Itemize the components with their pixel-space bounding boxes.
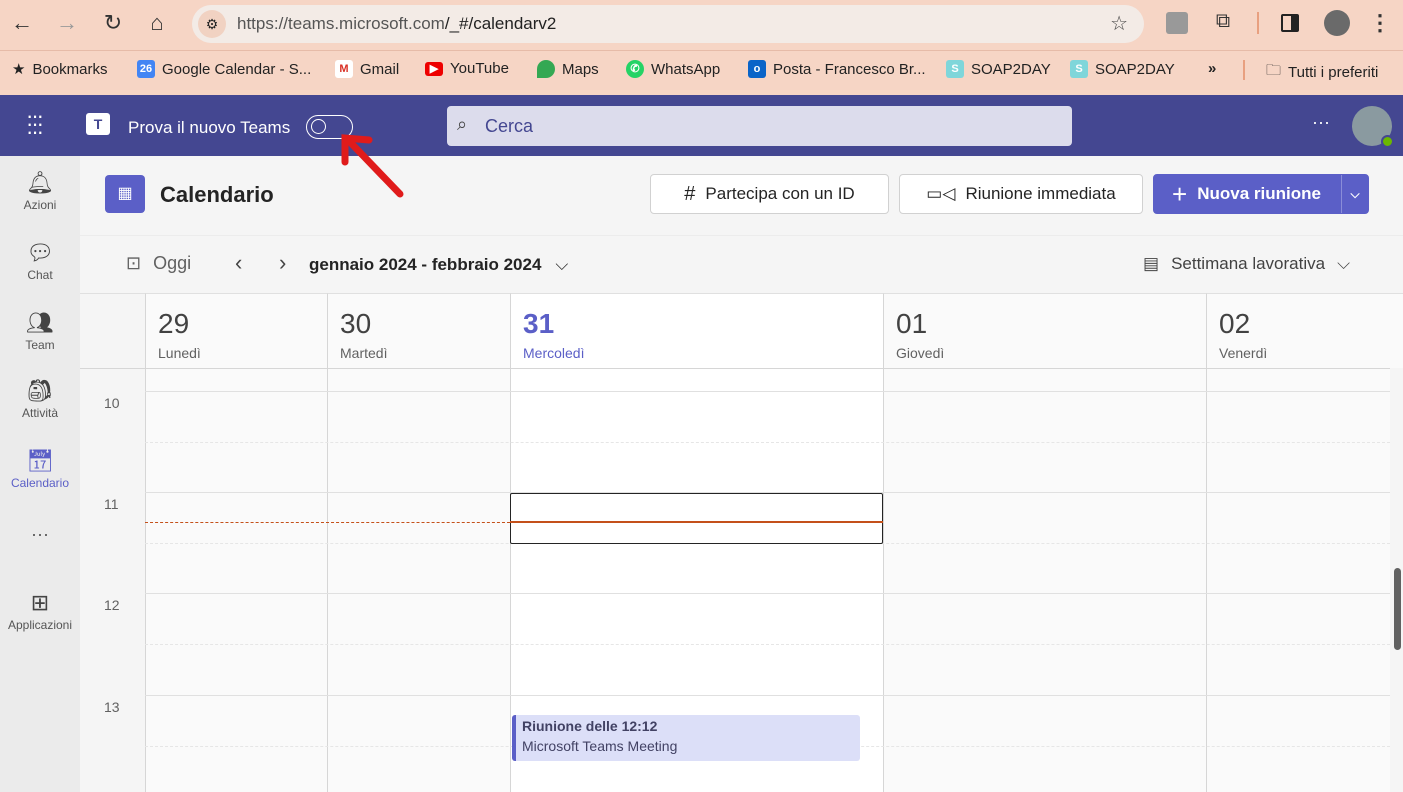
previous-week-button[interactable]: ‹	[235, 250, 242, 276]
apps-icon: ⊞	[30, 590, 50, 615]
rail-item-chat[interactable]: 💬︎ Chat	[0, 238, 80, 282]
chat-icon: 💬︎	[26, 240, 54, 265]
calendar-icon: 📅︎	[26, 448, 54, 473]
rail-item-azioni[interactable]: 🔔︎ Azioni	[0, 168, 80, 212]
team-icon: 👥︎	[26, 310, 54, 335]
bookmark-whatsapp[interactable]: ✆ WhatsApp	[626, 60, 720, 78]
whatsapp-icon: ✆	[626, 60, 644, 78]
bookmark-posta[interactable]: o Posta - Francesco Br...	[748, 60, 926, 78]
join-with-id-button[interactable]: # Partecipa con un ID	[650, 174, 889, 214]
profile-avatar[interactable]	[1324, 10, 1350, 36]
new-meeting-dropdown-chevron-icon[interactable]: ⌵	[1341, 175, 1368, 213]
app-launcher-icon[interactable]: ··· ··· ···	[26, 105, 44, 143]
extensions-icon[interactable]: ⧉	[1208, 10, 1238, 33]
outlook-extension-icon[interactable]	[1166, 12, 1188, 34]
calendar-today-icon: ⊡	[126, 253, 142, 273]
rail-item-calendario[interactable]: 📅︎ Calendario	[0, 446, 80, 490]
event-title: Riunione delle 12:12	[522, 718, 658, 734]
rail-more-button[interactable]: ···	[0, 524, 80, 545]
calendar-event[interactable]: Riunione delle 12:12 Microsoft Teams Mee…	[512, 715, 860, 761]
back-icon[interactable]: ←	[7, 10, 37, 36]
bookmark-soap2day-1[interactable]: S SOAP2DAY	[946, 60, 1051, 78]
forward-icon[interactable]: →	[52, 10, 82, 36]
hour-label: 13	[104, 699, 120, 715]
site-settings-icon[interactable]: ⚙	[198, 10, 226, 38]
bookmark-bookmarks[interactable]: ★ Bookmarks	[12, 60, 107, 79]
outlook-icon: o	[748, 60, 766, 78]
backpack-icon: 🎒︎	[26, 378, 54, 403]
search-icon: ⌕	[457, 114, 468, 134]
side-panel-icon[interactable]	[1281, 14, 1299, 32]
try-new-teams-label: Prova il nuovo Teams	[128, 118, 291, 137]
url-path: /_#/calendarv2	[444, 14, 557, 33]
view-selector[interactable]: ▤ Settimana lavorativa ⌵	[1143, 254, 1350, 274]
rail-item-team[interactable]: 👥︎ Team	[0, 308, 80, 352]
youtube-icon: ▶	[425, 61, 443, 76]
bookmark-soap2day-2[interactable]: S SOAP2DAY	[1070, 60, 1175, 78]
home-icon[interactable]: ⌂	[142, 10, 172, 36]
scrollbar-thumb[interactable]	[1394, 568, 1401, 650]
all-bookmarks-folder[interactable]: 🗀 Tutti i preferiti	[1266, 60, 1378, 85]
s-icon: S	[1070, 60, 1088, 78]
gmail-icon: M	[335, 60, 353, 78]
user-avatar[interactable]	[1352, 106, 1394, 148]
hour-label: 12	[104, 597, 120, 613]
current-time-line	[145, 522, 510, 523]
next-week-button[interactable]: ›	[279, 250, 286, 276]
status-available-icon	[1381, 135, 1394, 148]
calendar-app-icon: ▦	[105, 175, 145, 213]
star-icon: ★	[12, 61, 26, 78]
divider	[1257, 12, 1259, 34]
app-rail: 🔔︎ Azioni 💬︎ Chat 👥︎ Team 🎒︎ Attività 📅︎ Cale…	[0, 156, 80, 792]
teams-logo-icon: T	[86, 113, 110, 135]
maps-icon	[537, 60, 555, 78]
bell-icon: 🔔︎	[26, 170, 54, 195]
more-bookmarks-button[interactable]: »	[1208, 60, 1216, 77]
hour-label: 10	[104, 395, 120, 411]
address-bar[interactable]: ⚙ https://teams.microsoft.com/_#/calenda…	[192, 5, 1144, 43]
view-icon: ▤	[1143, 254, 1160, 273]
url-host: https://teams.microsoft.com	[237, 14, 445, 33]
bookmark-youtube[interactable]: ▶ YouTube	[425, 60, 509, 77]
meet-now-button[interactable]: ▭◁ Riunione immediata	[899, 174, 1143, 214]
folder-icon: 🗀	[1266, 62, 1282, 79]
browser-chrome: ← → ↻ ⌂ ⚙ https://teams.microsoft.com/_#…	[0, 0, 1403, 95]
date-range-picker[interactable]: gennaio 2024 - febbraio 2024 ⌵	[309, 255, 568, 275]
scrollbar[interactable]	[1390, 368, 1403, 792]
search-input[interactable]: ⌕ Cerca	[447, 106, 1072, 146]
chevron-down-icon: ⌵	[1337, 254, 1350, 273]
current-time-indicator	[510, 521, 883, 523]
menu-icon[interactable]: ⋮	[1365, 10, 1395, 36]
bookmark-maps[interactable]: Maps	[537, 60, 599, 78]
google-calendar-icon: 26	[137, 60, 155, 78]
s-icon: S	[946, 60, 964, 78]
selected-time-slot[interactable]	[510, 493, 883, 544]
plus-icon: +	[1172, 178, 1188, 209]
rail-item-applicazioni[interactable]: ⊞ Applicazioni	[0, 588, 80, 632]
hash-icon: #	[684, 182, 696, 205]
red-arrow-annotation	[341, 134, 404, 198]
video-camera-icon: ▭◁	[926, 184, 956, 203]
more-options-button[interactable]: ···	[1312, 112, 1330, 133]
new-meeting-button[interactable]: + Nuova riunione ⌵	[1153, 174, 1369, 214]
today-button[interactable]: ⊡ Oggi	[126, 253, 191, 274]
event-subtitle: Microsoft Teams Meeting	[522, 738, 678, 754]
hour-label: 11	[104, 496, 119, 512]
page-title: Calendario	[160, 182, 274, 207]
bookmark-gmail[interactable]: M Gmail	[335, 60, 399, 78]
chevron-down-icon: ⌵	[555, 255, 569, 274]
bookmark-google-calendar[interactable]: 26 Google Calendar - S...	[137, 60, 311, 78]
rail-item-attivita[interactable]: 🎒︎ Attività	[0, 376, 80, 420]
bookmark-star-icon[interactable]: ☆	[1110, 11, 1128, 36]
reload-icon[interactable]: ↻	[98, 10, 128, 36]
